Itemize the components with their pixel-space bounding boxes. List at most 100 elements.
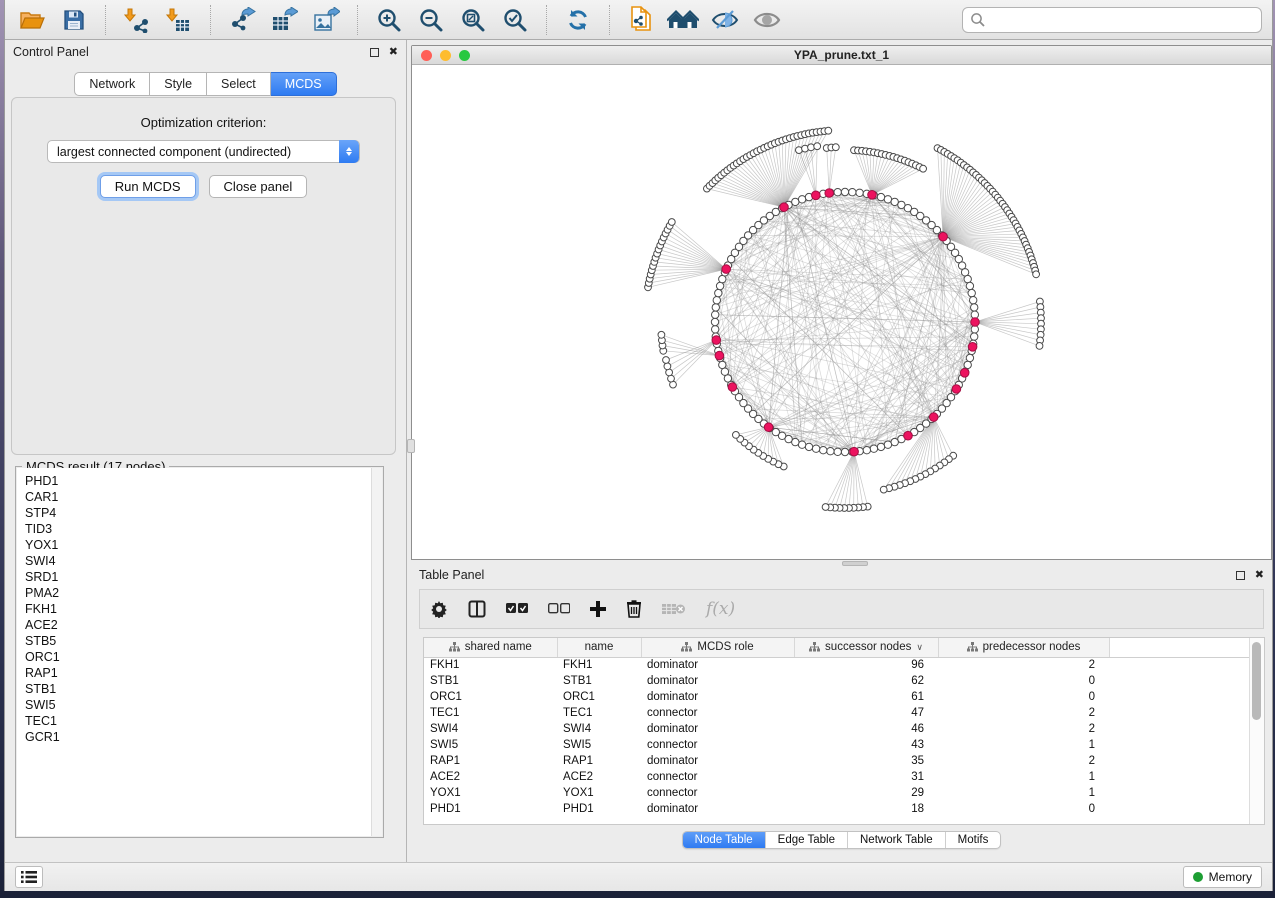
result-node-item[interactable]: PHD1: [25, 473, 382, 489]
node-table-header-row: shared namenameMCDS rolesuccessor nodes∨…: [424, 638, 1249, 657]
column-header-successor-nodes[interactable]: successor nodes∨: [794, 638, 938, 657]
select-all-icon[interactable]: [506, 603, 528, 615]
zoom-in-icon[interactable]: [372, 4, 406, 36]
table-scrollbar-thumb[interactable]: [1252, 642, 1261, 720]
export-table-icon[interactable]: [267, 4, 301, 36]
result-node-item[interactable]: STP4: [25, 505, 382, 521]
tab-motifs[interactable]: Motifs: [945, 832, 1001, 848]
splitpane-grabber[interactable]: [407, 439, 415, 453]
mcds-result-list[interactable]: PHD1CAR1STP4TID3YOX1SWI4SRD1PMA2FKH1ACE2…: [17, 468, 382, 836]
optimization-criterion-label: Optimization criterion:: [12, 115, 395, 130]
add-column-icon[interactable]: [590, 601, 606, 617]
tab-mcds[interactable]: MCDS: [271, 72, 337, 96]
tab-network[interactable]: Network: [74, 72, 150, 96]
result-node-item[interactable]: PMA2: [25, 585, 382, 601]
maximize-window-icon[interactable]: [459, 50, 470, 61]
tab-edge-table[interactable]: Edge Table: [765, 832, 847, 848]
result-node-item[interactable]: TEC1: [25, 713, 382, 729]
delete-column-icon[interactable]: [626, 600, 642, 618]
import-network-icon[interactable]: [120, 4, 154, 36]
result-node-item[interactable]: ACE2: [25, 617, 382, 633]
table-scrollbar[interactable]: [1249, 638, 1264, 824]
result-node-item[interactable]: YOX1: [25, 537, 382, 553]
table-row[interactable]: ORC1ORC1dominator610: [424, 689, 1249, 705]
float-panel-icon[interactable]: [370, 48, 379, 57]
node-table[interactable]: shared namenameMCDS rolesuccessor nodes∨…: [424, 638, 1249, 817]
zoom-out-icon[interactable]: [414, 4, 448, 36]
table-row[interactable]: YOX1YOX1connector291: [424, 785, 1249, 801]
search-input[interactable]: [962, 7, 1262, 33]
delete-table-icon[interactable]: [662, 602, 686, 616]
open-session-icon[interactable]: [15, 4, 49, 36]
hide-annotations-icon[interactable]: [708, 4, 742, 36]
result-node-item[interactable]: STB1: [25, 681, 382, 697]
show-annotations-icon[interactable]: [750, 4, 784, 36]
toolbar-separator: [546, 5, 547, 35]
control-panel-title: Control Panel: [13, 45, 89, 59]
close-panel-icon[interactable]: ✖: [389, 47, 398, 58]
memory-status-icon: [1193, 872, 1203, 882]
save-session-icon[interactable]: [57, 4, 91, 36]
network-window-titlebar[interactable]: YPA_prune.txt_1: [412, 46, 1271, 65]
result-node-item[interactable]: CAR1: [25, 489, 382, 505]
column-chooser-icon[interactable]: [468, 600, 486, 618]
column-header-MCDS-role[interactable]: MCDS role: [641, 638, 794, 657]
home-panels-icon[interactable]: [666, 4, 700, 36]
tab-node-table[interactable]: Node Table: [683, 832, 765, 848]
dominator-node: [712, 336, 721, 345]
memory-button[interactable]: Memory: [1183, 866, 1262, 888]
deselect-all-icon[interactable]: [548, 603, 570, 615]
column-header-shared-name[interactable]: shared name: [424, 638, 557, 657]
dominator-node: [960, 369, 969, 378]
dominator-node: [968, 343, 977, 352]
task-history-button[interactable]: [15, 866, 43, 888]
export-network-icon[interactable]: [225, 4, 259, 36]
run-mcds-button[interactable]: Run MCDS: [100, 175, 196, 198]
result-node-item[interactable]: RAP1: [25, 665, 382, 681]
table-toolbar: f(x): [419, 589, 1264, 629]
table-panel-grabber[interactable]: [842, 561, 868, 566]
table-settings-icon[interactable]: [430, 600, 448, 618]
tab-network-table[interactable]: Network Table: [847, 832, 945, 848]
toolbar-separator: [105, 5, 106, 35]
table-row[interactable]: STB1STB1dominator620: [424, 673, 1249, 689]
close-table-panel-icon[interactable]: ✖: [1255, 570, 1264, 581]
tab-style[interactable]: Style: [150, 72, 207, 96]
column-header-predecessor-nodes[interactable]: predecessor nodes: [938, 638, 1109, 657]
toolbar-separator: [210, 5, 211, 35]
close-panel-button[interactable]: Close panel: [209, 175, 308, 198]
export-image-icon[interactable]: [309, 4, 343, 36]
import-table-icon[interactable]: [162, 4, 196, 36]
task-list-icon: [21, 870, 37, 884]
column-header-filler: [1109, 638, 1249, 657]
table-row[interactable]: SWI4SWI4dominator462: [424, 721, 1249, 737]
float-table-panel-icon[interactable]: [1236, 571, 1245, 580]
table-row[interactable]: FKH1FKH1dominator962: [424, 657, 1249, 673]
network-file-icon[interactable]: [624, 4, 658, 36]
table-row[interactable]: TEC1TEC1connector472: [424, 705, 1249, 721]
result-node-item[interactable]: SRD1: [25, 569, 382, 585]
table-row[interactable]: PHD1PHD1dominator180: [424, 801, 1249, 817]
minimize-window-icon[interactable]: [440, 50, 451, 61]
tab-select[interactable]: Select: [207, 72, 271, 96]
network-canvas-container[interactable]: [412, 65, 1271, 559]
close-window-icon[interactable]: [421, 50, 432, 61]
criterion-dropdown[interactable]: largest connected component (undirected): [47, 140, 360, 163]
zoom-fit-icon[interactable]: [456, 4, 490, 36]
result-node-item[interactable]: SWI5: [25, 697, 382, 713]
result-list-scrollbar[interactable]: [371, 468, 382, 836]
result-node-item[interactable]: STB5: [25, 633, 382, 649]
table-row[interactable]: ACE2ACE2connector311: [424, 769, 1249, 785]
table-row[interactable]: RAP1RAP1dominator352: [424, 753, 1249, 769]
table-row[interactable]: SWI5SWI5connector431: [424, 737, 1249, 753]
main-area: Control Panel ✖ NetworkStyleSelectMCDS O…: [5, 40, 1272, 862]
result-node-item[interactable]: GCR1: [25, 729, 382, 745]
refresh-layout-icon[interactable]: [561, 4, 595, 36]
result-node-item[interactable]: ORC1: [25, 649, 382, 665]
network-view-window: YPA_prune.txt_1: [411, 45, 1272, 560]
result-node-item[interactable]: SWI4: [25, 553, 382, 569]
column-header-name[interactable]: name: [557, 638, 641, 657]
result-node-item[interactable]: FKH1: [25, 601, 382, 617]
zoom-selected-icon[interactable]: [498, 4, 532, 36]
result-node-item[interactable]: TID3: [25, 521, 382, 537]
